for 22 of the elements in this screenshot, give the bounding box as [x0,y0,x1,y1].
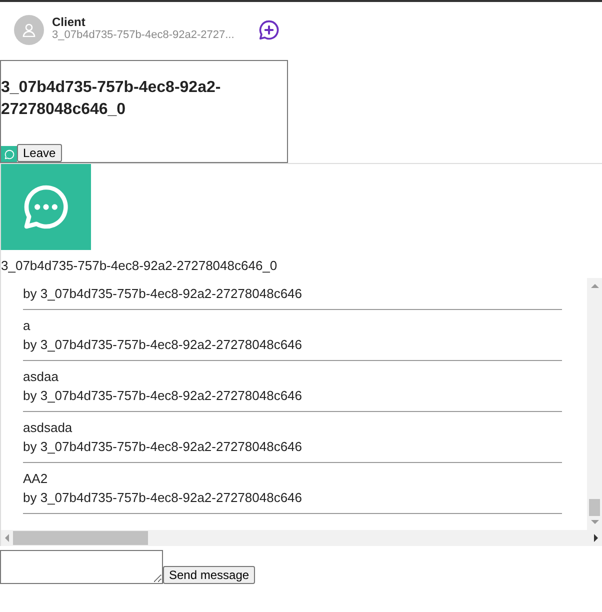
channel-name: 3_07b4d735-757b-4ec8-92a2-27278048c646_0 [1,258,278,274]
horizontal-scrollbar[interactable] [1,530,602,546]
avatar-icon [14,15,44,45]
message-text: asdaa [23,368,60,386]
vertical-scrollbar[interactable] [587,278,602,530]
new-chat-icon[interactable] [258,19,280,41]
send-button[interactable]: Send message [163,566,256,584]
message-author: by 3_07b4d735-757b-4ec8-92a2-27278048c646 [23,488,304,507]
client-name: Client [52,15,86,29]
chat-icon [1,146,17,162]
message-author: by 3_07b4d735-757b-4ec8-92a2-27278048c646 [23,284,304,303]
channel-title: 3_07b4d735-757b-4ec8-92a2-27278048c646_0 [1,78,222,120]
message-text: a [23,316,32,335]
message-input[interactable] [0,550,163,584]
leave-button[interactable]: Leave [17,144,62,162]
message-author: by 3_07b4d735-757b-4ec8-92a2-27278048c646 [23,386,304,405]
message-author: by 3_07b4d735-757b-4ec8-92a2-27278048c646 [23,336,304,354]
client-id: 3_07b4d735-757b-4ec8-92a2-2727... [52,29,234,42]
chat-bubble-icon [1,164,91,250]
message-author: by 3_07b4d735-757b-4ec8-92a2-27278048c646 [23,438,304,456]
message-text: asdsada [23,418,74,437]
message-text: AA2 [23,470,49,488]
